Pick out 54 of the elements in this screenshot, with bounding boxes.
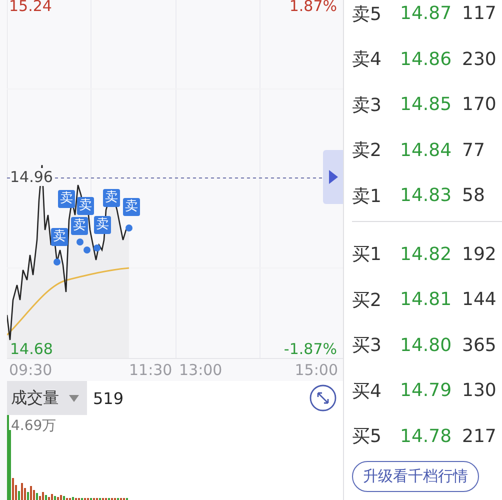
ask-volume: 77 [462,140,485,161]
bid-volume: 130 [462,380,496,402]
volume-value: 519 [93,388,124,408]
bid-volume: 144 [462,289,496,310]
time-label: 15:00 [294,361,338,379]
low-percent-label: -1.87% [284,340,337,358]
expand-tab[interactable] [323,150,343,204]
bid-level-label: 买2 [352,288,382,312]
ask-level-label: 卖2 [352,139,382,162]
bid-level-label: 买5 [352,425,382,448]
bid-level-label: 买4 [352,380,382,403]
bid-level-label: 买1 [352,243,382,266]
ask-volume: 170 [462,94,496,116]
ask-volume: 58 [462,185,485,206]
upgrade-button[interactable]: 升级看千档行情 [352,461,479,492]
volume-max-label: 4.69万 [11,417,56,435]
ask-price: 14.86 [400,48,453,70]
high-percent-label: 1.87% [289,0,337,15]
bid-volume: 365 [462,334,496,356]
time-label: 13:00 [179,361,222,379]
sell-marker: 卖 [58,190,75,208]
sell-marker: 卖 [77,197,94,215]
reference-price-label: 14.96 [10,168,53,186]
ask-level-label: 卖4 [352,48,382,72]
bid-price: 14.78 [400,426,453,447]
play-icon [328,170,338,184]
bid-price: 14.79 [400,380,453,402]
bid-price: 14.82 [400,244,453,265]
low-price-label: 14.68 [10,340,53,358]
high-price-label: 15.24 [9,0,52,15]
ask-volume: 117 [462,3,496,24]
ask-level-label: 卖5 [352,2,382,26]
bid-volume: 217 [462,426,496,447]
sell-marker: 卖 [103,189,120,207]
sell-marker: 卖 [94,216,111,234]
ask-level-label: 卖1 [352,184,382,208]
ask-level-label: 卖3 [352,94,382,117]
ask-price: 14.84 [400,140,453,161]
sell-marker: 卖 [123,198,140,216]
bid-price: 14.81 [400,289,453,310]
caret-icon [69,394,79,402]
fullscreen-icon[interactable] [309,384,337,412]
time-label: 09:30 [9,361,52,379]
time-label: 11:30 [129,361,172,379]
sell-marker: 卖 [51,228,68,246]
bid-level-label: 买3 [352,334,382,358]
ask-volume: 230 [462,48,496,70]
ask-price: 14.83 [400,185,453,206]
indicator-dropdown[interactable]: 成交量 [7,381,87,415]
ask-price: 14.85 [400,94,453,116]
bid-price: 14.80 [400,334,453,356]
bid-volume: 192 [462,244,496,265]
ask-price: 14.87 [400,3,453,24]
sell-marker: 卖 [71,217,88,235]
